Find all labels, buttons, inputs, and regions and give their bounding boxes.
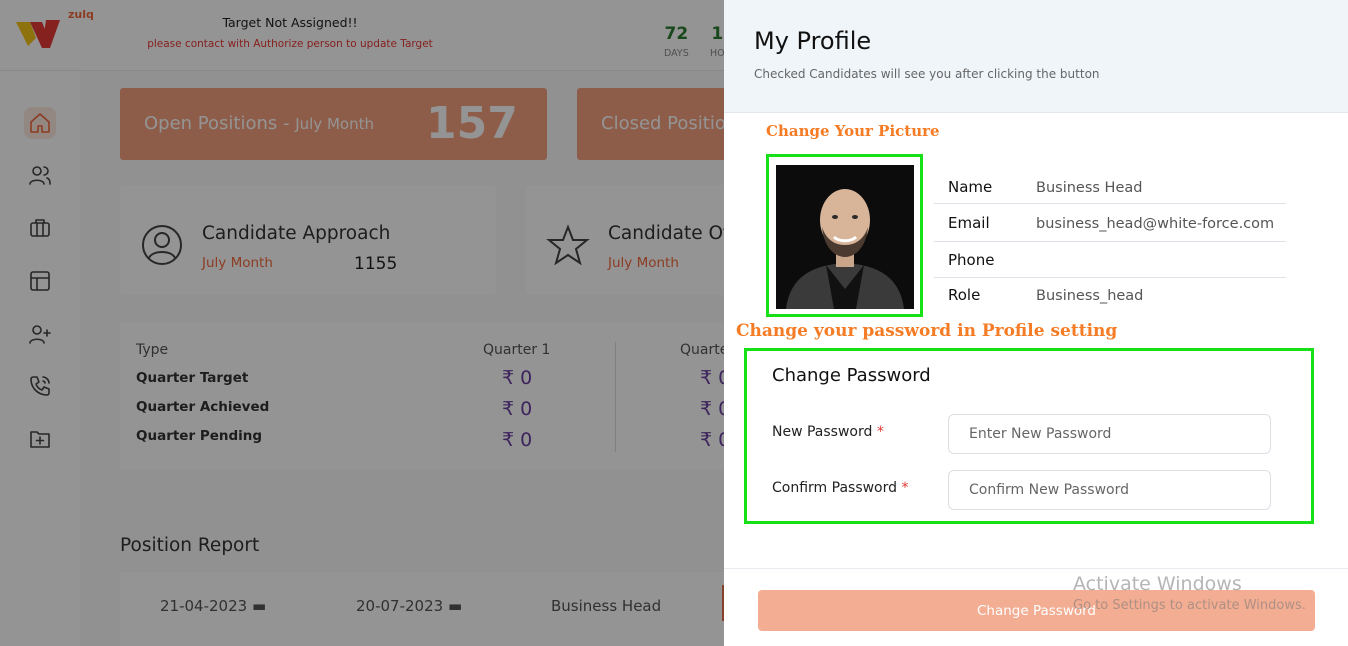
change-password-button[interactable]: Change Password <box>758 590 1315 631</box>
role-label: Role <box>948 286 981 304</box>
profile-drawer: My Profile Checked Candidates will see y… <box>724 0 1348 646</box>
profile-photo[interactable] <box>776 165 914 309</box>
profile-picture-frame[interactable] <box>766 154 923 317</box>
required-mark: * <box>876 424 884 440</box>
new-password-label: New Password * <box>772 424 884 440</box>
confirm-password-input[interactable] <box>948 470 1271 510</box>
change-password-section: Change Password New Password * Confirm P… <box>744 348 1314 524</box>
drawer-footer: Change Password <box>724 568 1348 646</box>
phone-label: Phone <box>948 251 995 269</box>
change-password-annotation: Change your password in Profile setting <box>736 321 1118 341</box>
name-value: Business Head <box>1036 180 1143 196</box>
change-picture-annotation: Change Your Picture <box>766 122 940 140</box>
change-password-title: Change Password <box>772 365 931 386</box>
email-value: business_head@white-force.com <box>1036 216 1275 232</box>
profile-role-row: Role Business_head <box>934 278 1286 314</box>
drawer-title: My Profile <box>754 27 872 55</box>
drawer-subtitle: Checked Candidates will see you after cl… <box>754 67 1100 81</box>
profile-name-row: Name Business Head <box>934 168 1286 204</box>
name-label: Name <box>948 178 993 196</box>
email-label: Email <box>948 214 990 232</box>
profile-email-row: Email business_head@white-force.com <box>934 206 1286 242</box>
new-password-input[interactable] <box>948 414 1271 454</box>
role-value: Business_head <box>1036 288 1144 304</box>
required-mark: * <box>901 480 909 496</box>
drawer-header: My Profile Checked Candidates will see y… <box>724 0 1348 113</box>
profile-phone-row: Phone <box>934 242 1286 278</box>
confirm-password-label: Confirm Password * <box>772 480 909 496</box>
